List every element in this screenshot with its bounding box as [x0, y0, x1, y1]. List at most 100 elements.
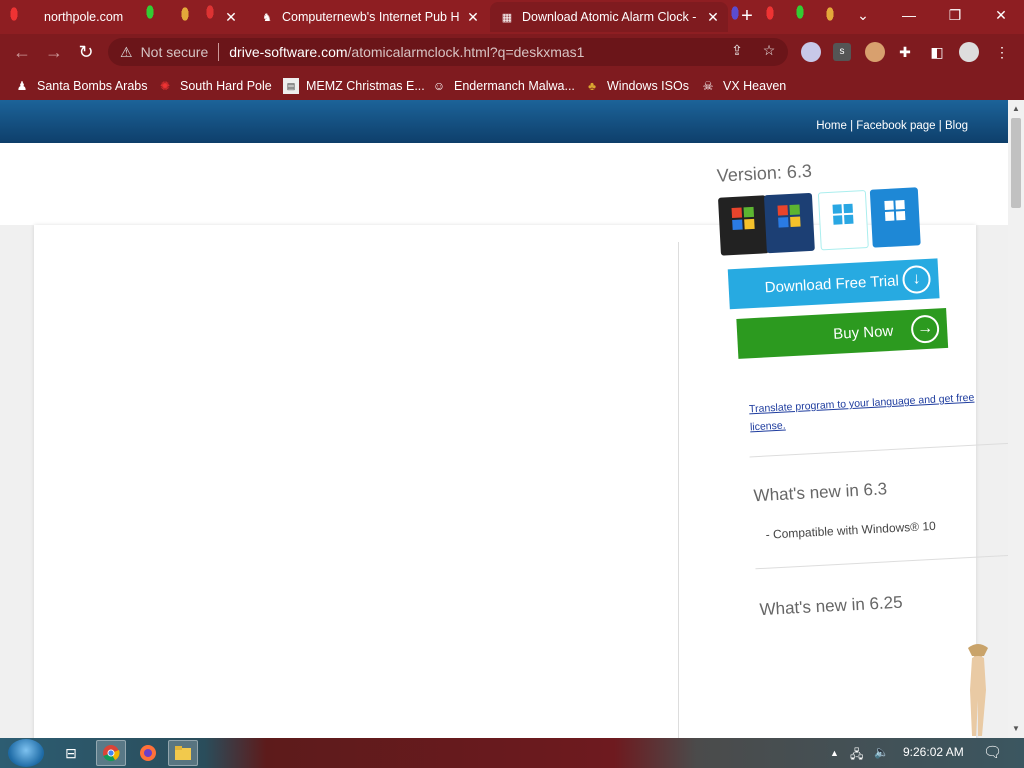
windows-7-badge — [763, 192, 815, 254]
windows-7-logo-icon — [777, 204, 801, 228]
section-divider — [749, 442, 1010, 458]
windows-8-badge — [817, 189, 869, 251]
tab-strip: northpole.com ✕ ♞ Computernewb's Interne… — [0, 0, 1024, 34]
bookmark-label: Windows ISOs — [607, 79, 689, 93]
profile-avatar-icon[interactable] — [959, 42, 979, 62]
bookmark-label: Endermanch Malwa... — [454, 79, 575, 93]
tab-atomic-alarm-clock[interactable]: ▦ Download Atomic Alarm Clock - ✕ — [490, 2, 728, 32]
right-arrow-icon: → — [910, 314, 940, 344]
link-separator: | — [846, 120, 857, 132]
bookmark-south-hard-pole[interactable]: ✺ South Hard Pole — [157, 76, 272, 96]
bookmark-santa-bombs[interactable]: ♟ Santa Bombs Arabs — [14, 76, 148, 96]
forward-icon[interactable]: → — [42, 40, 66, 64]
blog-link[interactable]: Blog — [945, 120, 968, 132]
network-icon[interactable]: 🖧 — [850, 745, 863, 766]
tab-close-icon[interactable]: ✕ — [224, 10, 238, 24]
link-separator: | — [935, 120, 945, 132]
taskbar-clock[interactable]: 9:26:02 AM — [903, 745, 964, 759]
new-tab-button[interactable]: + — [737, 6, 757, 26]
top-links: Home | Facebook page | Blog — [816, 120, 968, 132]
tab-search-chevron-icon[interactable]: ⌄ — [840, 0, 886, 30]
tab-close-icon[interactable]: ✕ — [466, 10, 480, 24]
tab-title: Computernewb's Internet Pub H — [282, 10, 460, 24]
skull-icon: ☠ — [702, 79, 714, 93]
column-divider — [678, 242, 679, 740]
tab-northpole[interactable]: northpole.com ✕ — [8, 2, 246, 32]
url-path: /atomicalarmclock.html?q=deskxmas1 — [347, 44, 585, 60]
bookmark-vx-heaven[interactable]: ☠ VX Heaven — [700, 76, 787, 96]
bookmark-label: South Hard Pole — [180, 79, 272, 93]
whats-new-6-3-heading: What's new in 6.3 — [753, 479, 888, 506]
folder-icon — [175, 746, 191, 760]
notifications-icon[interactable]: 🗨 — [983, 743, 1002, 761]
security-label[interactable]: Not secure — [141, 44, 209, 60]
pub-favicon-icon: ♞ — [262, 11, 272, 24]
windows-xp-logo-icon — [731, 206, 755, 231]
home-link[interactable]: Home — [816, 120, 847, 132]
volume-icon[interactable]: 🔈 — [874, 745, 889, 759]
start-button[interactable] — [8, 739, 44, 767]
site-header: Home | Facebook page | Blog — [0, 100, 1008, 143]
translate-link[interactable]: Translate program to your language and g… — [749, 388, 991, 437]
back-icon[interactable]: ← — [10, 40, 34, 64]
screen: northpole.com ✕ ♞ Computernewb's Interne… — [0, 0, 1024, 768]
profile-flag-icon[interactable] — [801, 42, 821, 62]
bookmark-label: VX Heaven — [723, 79, 787, 93]
star-icon[interactable]: ☆ — [760, 41, 778, 59]
download-arrow-icon: ↓ — [901, 264, 932, 295]
chrome-logo-icon — [103, 745, 120, 762]
share-icon[interactable]: ⇪ — [728, 41, 746, 59]
product-sidebar: Version: 6.3 Download Free Trial ↓ Buy N… — [712, 145, 1024, 640]
page-scrollbar[interactable]: ▲ ▼ — [1008, 100, 1024, 740]
whats-new-6-25-heading: What's new in 6.25 — [759, 592, 904, 620]
reload-icon[interactable]: ↻ — [74, 40, 98, 64]
tab-computernewb[interactable]: ♞ Computernewb's Internet Pub H ✕ — [250, 2, 488, 32]
raccoon-icon: ☺ — [432, 79, 446, 93]
download-free-trial-button[interactable]: Download Free Trial ↓ — [727, 258, 940, 310]
tab-close-icon[interactable]: ✕ — [706, 10, 720, 24]
file-explorer-taskbar-icon[interactable] — [168, 740, 198, 766]
scroll-thumb[interactable] — [1011, 118, 1021, 208]
task-view-icon[interactable]: ⊟ — [56, 740, 86, 766]
firefox-logo-icon — [140, 745, 156, 761]
tab-title: northpole.com — [44, 10, 124, 24]
whats-new-6-3-item: - Compatible with Windows® 10 — [765, 518, 937, 542]
page-icon: ▤ — [283, 78, 299, 94]
chrome-taskbar-icon[interactable] — [96, 740, 126, 766]
buy-now-button[interactable]: Buy Now → — [736, 307, 949, 359]
bookmark-windows-isos[interactable]: ♣ Windows ISOs — [584, 76, 689, 96]
warning-icon[interactable]: ⚠ — [120, 44, 133, 61]
restore-button[interactable]: ❐ — [932, 0, 978, 30]
windows-10-logo-icon — [884, 199, 906, 222]
buy-button-label: Buy Now — [832, 322, 894, 343]
extension-face-icon[interactable] — [865, 42, 885, 62]
firefox-taskbar-icon[interactable] — [133, 740, 163, 766]
omnibox-divider — [218, 43, 220, 61]
windows-8-logo-icon — [832, 203, 854, 225]
extension-s-icon[interactable]: s — [833, 43, 851, 61]
menu-kebab-icon[interactable]: ⋮ — [993, 43, 1011, 61]
version-label: Version: 6.3 — [716, 160, 813, 186]
clock-favicon-icon: ▦ — [501, 11, 513, 24]
windows-10-badge — [869, 187, 921, 248]
bookmark-label: Santa Bombs Arabs — [37, 79, 148, 93]
taskbar: ⊟ ▲ 🖧 🔈 9:26:02 AM 🗨 — [0, 738, 1024, 768]
tree-icon: ♣ — [588, 79, 596, 93]
bookmark-memz[interactable]: ▤ MEMZ Christmas E... — [283, 76, 425, 96]
side-panel-icon[interactable]: ◧ — [928, 43, 946, 61]
tray-expand-icon[interactable]: ▲ — [830, 748, 839, 758]
bookmark-label: MEMZ Christmas E... — [306, 79, 425, 93]
minimize-button[interactable]: — — [886, 0, 932, 30]
figure-icon: ♟ — [16, 79, 28, 93]
bookmark-endermanch[interactable]: ☺ Endermanch Malwa... — [431, 76, 575, 96]
section-divider — [755, 554, 1016, 570]
windows-xp-badge — [717, 195, 769, 256]
tab-title: Download Atomic Alarm Clock - — [522, 10, 697, 24]
facebook-link[interactable]: Facebook page — [856, 120, 935, 132]
scroll-down-icon[interactable]: ▼ — [1011, 724, 1021, 734]
address-bar[interactable]: ⚠ Not secure drive-software.com/atomical… — [108, 38, 788, 66]
virus-icon: ✺ — [159, 79, 171, 93]
extensions-puzzle-icon[interactable]: ✚ — [896, 43, 914, 61]
scroll-up-icon[interactable]: ▲ — [1011, 104, 1021, 114]
close-window-button[interactable]: ✕ — [978, 0, 1024, 30]
